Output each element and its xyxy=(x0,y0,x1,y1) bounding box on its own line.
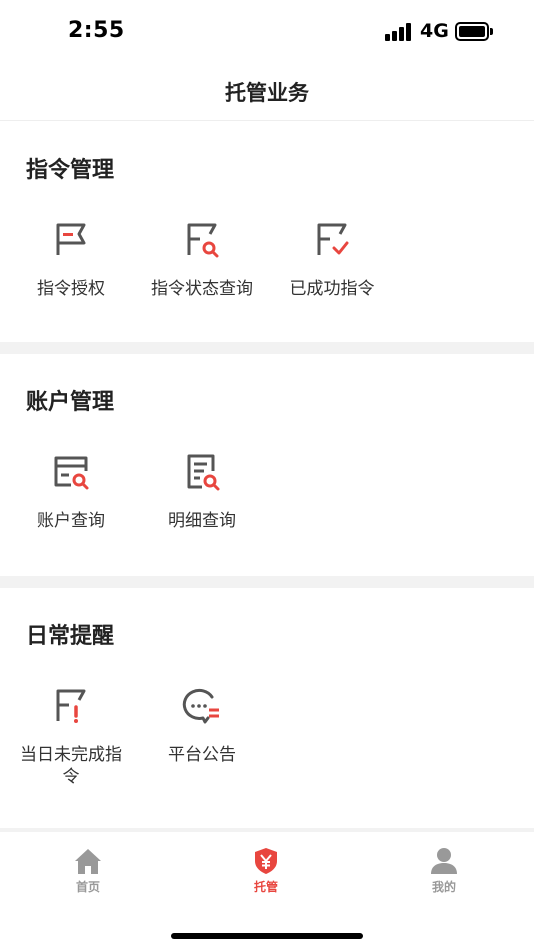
section-divider xyxy=(0,342,534,354)
successful-instructions-button[interactable]: 已成功指令 xyxy=(267,220,397,300)
section-divider xyxy=(0,576,534,588)
item-label: 明细查询 xyxy=(168,511,236,531)
screen: 2:55 4G 托管业务 指令管理 指令授权 指令状态查询 已成功指令 账户管理… xyxy=(0,0,534,950)
item-label: 平台公告 xyxy=(168,745,236,765)
unfinished-instructions-button[interactable]: 当日未完成指令 xyxy=(6,686,136,788)
home-indicator xyxy=(171,933,363,939)
item-label: 当日未完成指令 xyxy=(20,745,122,787)
document-search-icon xyxy=(187,454,220,491)
instruction-status-query-button[interactable]: 指令状态查询 xyxy=(137,220,267,300)
item-label: 指令授权 xyxy=(37,279,105,299)
tab-custody[interactable]: 托管 xyxy=(226,846,306,895)
signal-icon xyxy=(385,23,413,41)
flag-check-icon xyxy=(317,223,349,255)
status-bar: 2:55 4G xyxy=(0,0,534,64)
instruction-authorize-button[interactable]: 指令授权 xyxy=(6,220,136,300)
account-query-button[interactable]: 账户查询 xyxy=(6,452,136,532)
navbar: 托管业务 xyxy=(0,64,534,121)
shield-yen-icon xyxy=(255,848,277,874)
page-title: 托管业务 xyxy=(225,81,309,105)
flag-search-icon xyxy=(187,223,219,258)
tab-label: 首页 xyxy=(75,880,100,894)
flag-icon xyxy=(56,223,86,255)
tab-home[interactable]: 首页 xyxy=(48,846,128,895)
person-icon xyxy=(431,848,457,874)
tab-label: 我的 xyxy=(431,880,456,894)
card-search-icon xyxy=(54,456,89,490)
item-label: 已成功指令 xyxy=(289,279,375,299)
section-instruction-management: 指令管理 指令授权 指令状态查询 已成功指令 xyxy=(0,122,534,342)
item-label: 账户查询 xyxy=(37,511,105,531)
network-type: 4G xyxy=(420,20,449,42)
battery-icon xyxy=(455,22,489,41)
platform-announcement-button[interactable]: 平台公告 xyxy=(137,686,267,766)
section-daily-reminders: 日常提醒 当日未完成指令 平台公告 xyxy=(0,588,534,828)
chat-bubble-icon xyxy=(182,688,219,724)
section-title: 日常提醒 xyxy=(26,624,115,649)
section-account-management: 账户管理 账户查询 明细查询 xyxy=(0,354,534,576)
home-icon xyxy=(75,849,101,874)
tab-mine[interactable]: 我的 xyxy=(404,846,484,895)
section-title: 账户管理 xyxy=(26,390,115,415)
tab-label: 托管 xyxy=(253,880,278,894)
flag-alert-icon xyxy=(56,689,86,723)
status-time: 2:55 xyxy=(68,18,125,43)
detail-query-button[interactable]: 明细查询 xyxy=(137,452,267,532)
section-title: 指令管理 xyxy=(26,158,115,183)
item-label: 指令状态查询 xyxy=(151,279,253,299)
battery-cap xyxy=(490,28,493,35)
